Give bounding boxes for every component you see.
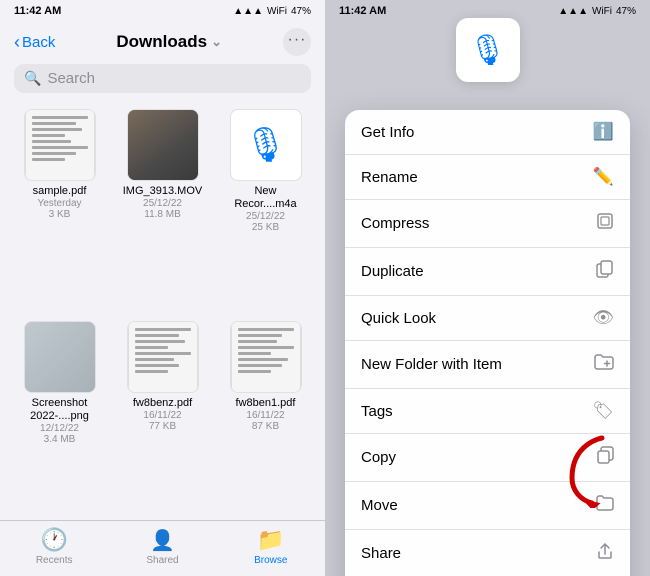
tab-shared[interactable]: 👤 Shared	[132, 528, 192, 566]
back-label: Back	[22, 34, 55, 51]
tab-recents[interactable]: 🕐 Recents	[24, 527, 84, 566]
tab-shared-label: Shared	[146, 555, 178, 566]
back-button[interactable]: ‹ Back	[14, 33, 55, 51]
menu-item-label: New Folder with Item	[361, 356, 502, 373]
file-date: 12/12/22	[40, 423, 79, 434]
info-icon: ℹ️	[593, 122, 614, 142]
file-thumbnail	[127, 321, 199, 393]
nav-bar: ‹ Back Downloads ⌄ ···	[0, 22, 325, 62]
compress-icon	[596, 212, 614, 235]
menu-item-label: Copy	[361, 449, 396, 466]
tab-browse-label: Browse	[254, 555, 287, 566]
file-size: 87 KB	[252, 421, 279, 432]
menu-item-label: Quick Look	[361, 310, 436, 327]
search-icon: 🔍	[24, 70, 41, 87]
menu-item-quick-look[interactable]: Quick Look 👁	[345, 296, 630, 341]
menu-item-label: Duplicate	[361, 263, 424, 280]
menu-item-label: Move	[361, 497, 398, 514]
nav-title: Downloads ⌄	[116, 32, 222, 52]
file-thumbnail: 🎙	[230, 109, 302, 181]
file-date: 16/11/22	[246, 410, 284, 421]
status-bar-left: 11:42 AM ▲▲▲ WiFi 47%	[0, 0, 325, 22]
wifi-icon: WiFi	[267, 6, 287, 17]
file-thumbnail	[230, 321, 302, 393]
battery-right: 47%	[616, 6, 636, 17]
list-item[interactable]: sample.pdf Yesterday 3 KB	[10, 101, 109, 309]
preview-audio-icon: 🎙	[468, 33, 506, 68]
list-item[interactable]: 🎙 New Recor....m4a 25/12/22 25 KB	[216, 101, 315, 309]
menu-item-share[interactable]: Share	[345, 530, 630, 576]
file-size: 3.4 MB	[44, 434, 76, 445]
menu-item-compress[interactable]: Compress	[345, 200, 630, 248]
tag-icon: 🏷	[592, 401, 614, 421]
file-date: 25/12/22	[246, 211, 285, 222]
left-panel: 11:42 AM ▲▲▲ WiFi 47% ‹ Back Downloads ⌄…	[0, 0, 325, 576]
signal-icon: ▲▲▲	[233, 6, 263, 17]
file-name: New Recor....m4a	[226, 185, 306, 211]
duplicate-icon	[596, 260, 614, 283]
back-chevron-icon: ‹	[14, 33, 20, 51]
menu-item-rename[interactable]: Rename ✏️	[345, 155, 630, 200]
file-thumbnail	[24, 109, 96, 181]
file-size: 25 KB	[252, 222, 279, 233]
audio-wave-icon: 🎙	[244, 125, 287, 165]
list-item[interactable]: fw8ben1.pdf 16/11/22 87 KB	[216, 313, 315, 521]
status-icons-right: ▲▲▲ WiFi 47%	[558, 6, 636, 17]
recents-icon: 🕐	[40, 527, 67, 553]
title-chevron-icon: ⌄	[211, 34, 222, 50]
folder-plus-icon	[594, 353, 614, 376]
file-preview-floating: 🎙	[452, 18, 524, 98]
preview-icon-container: 🎙	[456, 18, 520, 82]
file-size: 3 KB	[49, 209, 71, 220]
files-grid: sample.pdf Yesterday 3 KB IMG_3913.MOV 2…	[0, 101, 325, 520]
menu-item-label: Get Info	[361, 124, 414, 141]
eye-icon: 👁	[592, 308, 614, 328]
list-item[interactable]: fw8benz.pdf 16/11/22 77 KB	[113, 313, 212, 521]
tab-recents-label: Recents	[36, 555, 73, 566]
menu-item-label: Share	[361, 545, 401, 562]
menu-item-label: Tags	[361, 403, 393, 420]
menu-item-label: Compress	[361, 215, 429, 232]
file-name: Screenshot 2022-....png	[20, 397, 100, 423]
menu-item-new-folder[interactable]: New Folder with Item	[345, 341, 630, 389]
nav-title-text: Downloads	[116, 32, 207, 52]
file-name: IMG_3913.MOV	[123, 185, 202, 198]
signal-icon-right: ▲▲▲	[558, 6, 588, 17]
status-time-left: 11:42 AM	[14, 5, 61, 17]
status-icons-left: ▲▲▲ WiFi 47%	[233, 6, 311, 17]
browse-icon: 📁	[257, 527, 284, 553]
file-thumbnail	[127, 109, 199, 181]
file-date: 25/12/22	[143, 198, 182, 209]
file-thumbnail	[24, 321, 96, 393]
more-button[interactable]: ···	[283, 28, 311, 56]
search-bar[interactable]: 🔍 Search	[14, 64, 311, 93]
menu-item-label: Rename	[361, 169, 418, 186]
file-size: 77 KB	[149, 421, 176, 432]
pencil-icon: ✏️	[593, 167, 614, 187]
arrow-indicator	[562, 428, 622, 508]
battery-left: 47%	[291, 6, 311, 17]
file-name: fw8ben1.pdf	[236, 397, 296, 410]
wifi-icon-right: WiFi	[592, 6, 612, 17]
file-name: sample.pdf	[33, 185, 87, 198]
list-item[interactable]: IMG_3913.MOV 25/12/22 11.8 MB	[113, 101, 212, 309]
menu-item-duplicate[interactable]: Duplicate	[345, 248, 630, 296]
file-date: 16/11/22	[143, 410, 181, 421]
right-panel: 11:42 AM ▲▲▲ WiFi 47% 🎙 Get Info ℹ️ Rena…	[325, 0, 650, 576]
tab-bar: 🕐 Recents 👤 Shared 📁 Browse	[0, 520, 325, 576]
tab-browse[interactable]: 📁 Browse	[241, 527, 301, 566]
share-icon	[596, 542, 614, 565]
file-name: fw8benz.pdf	[133, 397, 192, 410]
search-placeholder: Search	[47, 70, 95, 87]
list-item[interactable]: Screenshot 2022-....png 12/12/22 3.4 MB	[10, 313, 109, 521]
status-time-right: 11:42 AM	[339, 5, 386, 17]
file-size: 11.8 MB	[144, 209, 181, 220]
menu-item-get-info[interactable]: Get Info ℹ️	[345, 110, 630, 155]
file-date: Yesterday	[37, 198, 81, 209]
shared-icon: 👤	[150, 528, 175, 553]
more-icon: ···	[288, 31, 307, 49]
